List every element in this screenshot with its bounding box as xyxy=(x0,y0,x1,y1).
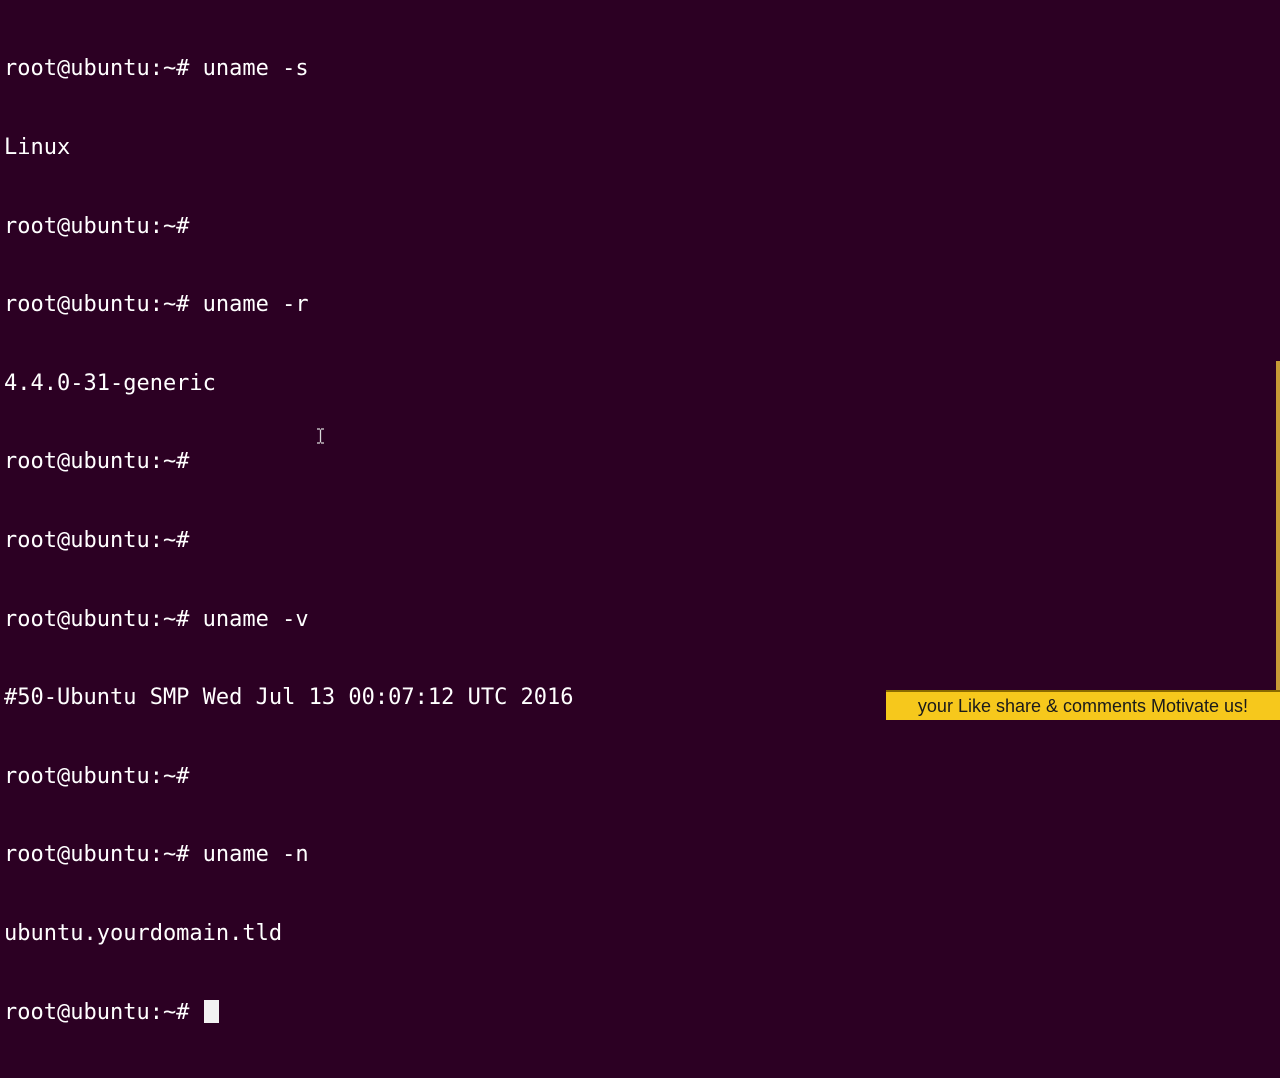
banner-text: your Like share & comments Motivate us! xyxy=(917,695,1249,716)
terminal-line: ubuntu.yourdomain.tld xyxy=(4,920,283,946)
terminal-window[interactable]: root@ubuntu:~# uname -s Linux root@ubunt… xyxy=(0,0,1280,1025)
motivation-banner: your Like share & comments Motivate us! xyxy=(886,690,1280,720)
terminal-line: 4.4.0-31-generic xyxy=(4,370,216,396)
terminal-line: root@ubuntu:~# uname -r xyxy=(4,292,309,318)
terminal-line: root@ubuntu:~# uname -s xyxy=(4,56,309,82)
terminal-prompt: root@ubuntu:~# xyxy=(4,999,203,1025)
terminal-scrollbar[interactable] xyxy=(1276,361,1280,691)
terminal-line: root@ubuntu:~# xyxy=(4,449,190,475)
terminal-line: root@ubuntu:~# xyxy=(4,527,190,553)
terminal-line: root@ubuntu:~# xyxy=(4,763,190,789)
terminal-output[interactable]: root@ubuntu:~# uname -s Linux root@ubunt… xyxy=(4,4,1280,1078)
terminal-current-line[interactable]: root@ubuntu:~# xyxy=(4,999,1280,1026)
terminal-line: root@ubuntu:~# uname -v xyxy=(4,606,309,632)
terminal-line: root@ubuntu:~# uname -n xyxy=(4,842,309,868)
terminal-line: root@ubuntu:~# xyxy=(4,213,190,239)
terminal-cursor xyxy=(203,999,219,1023)
terminal-line: Linux xyxy=(4,135,71,160)
text-ibeam-icon xyxy=(317,428,324,444)
